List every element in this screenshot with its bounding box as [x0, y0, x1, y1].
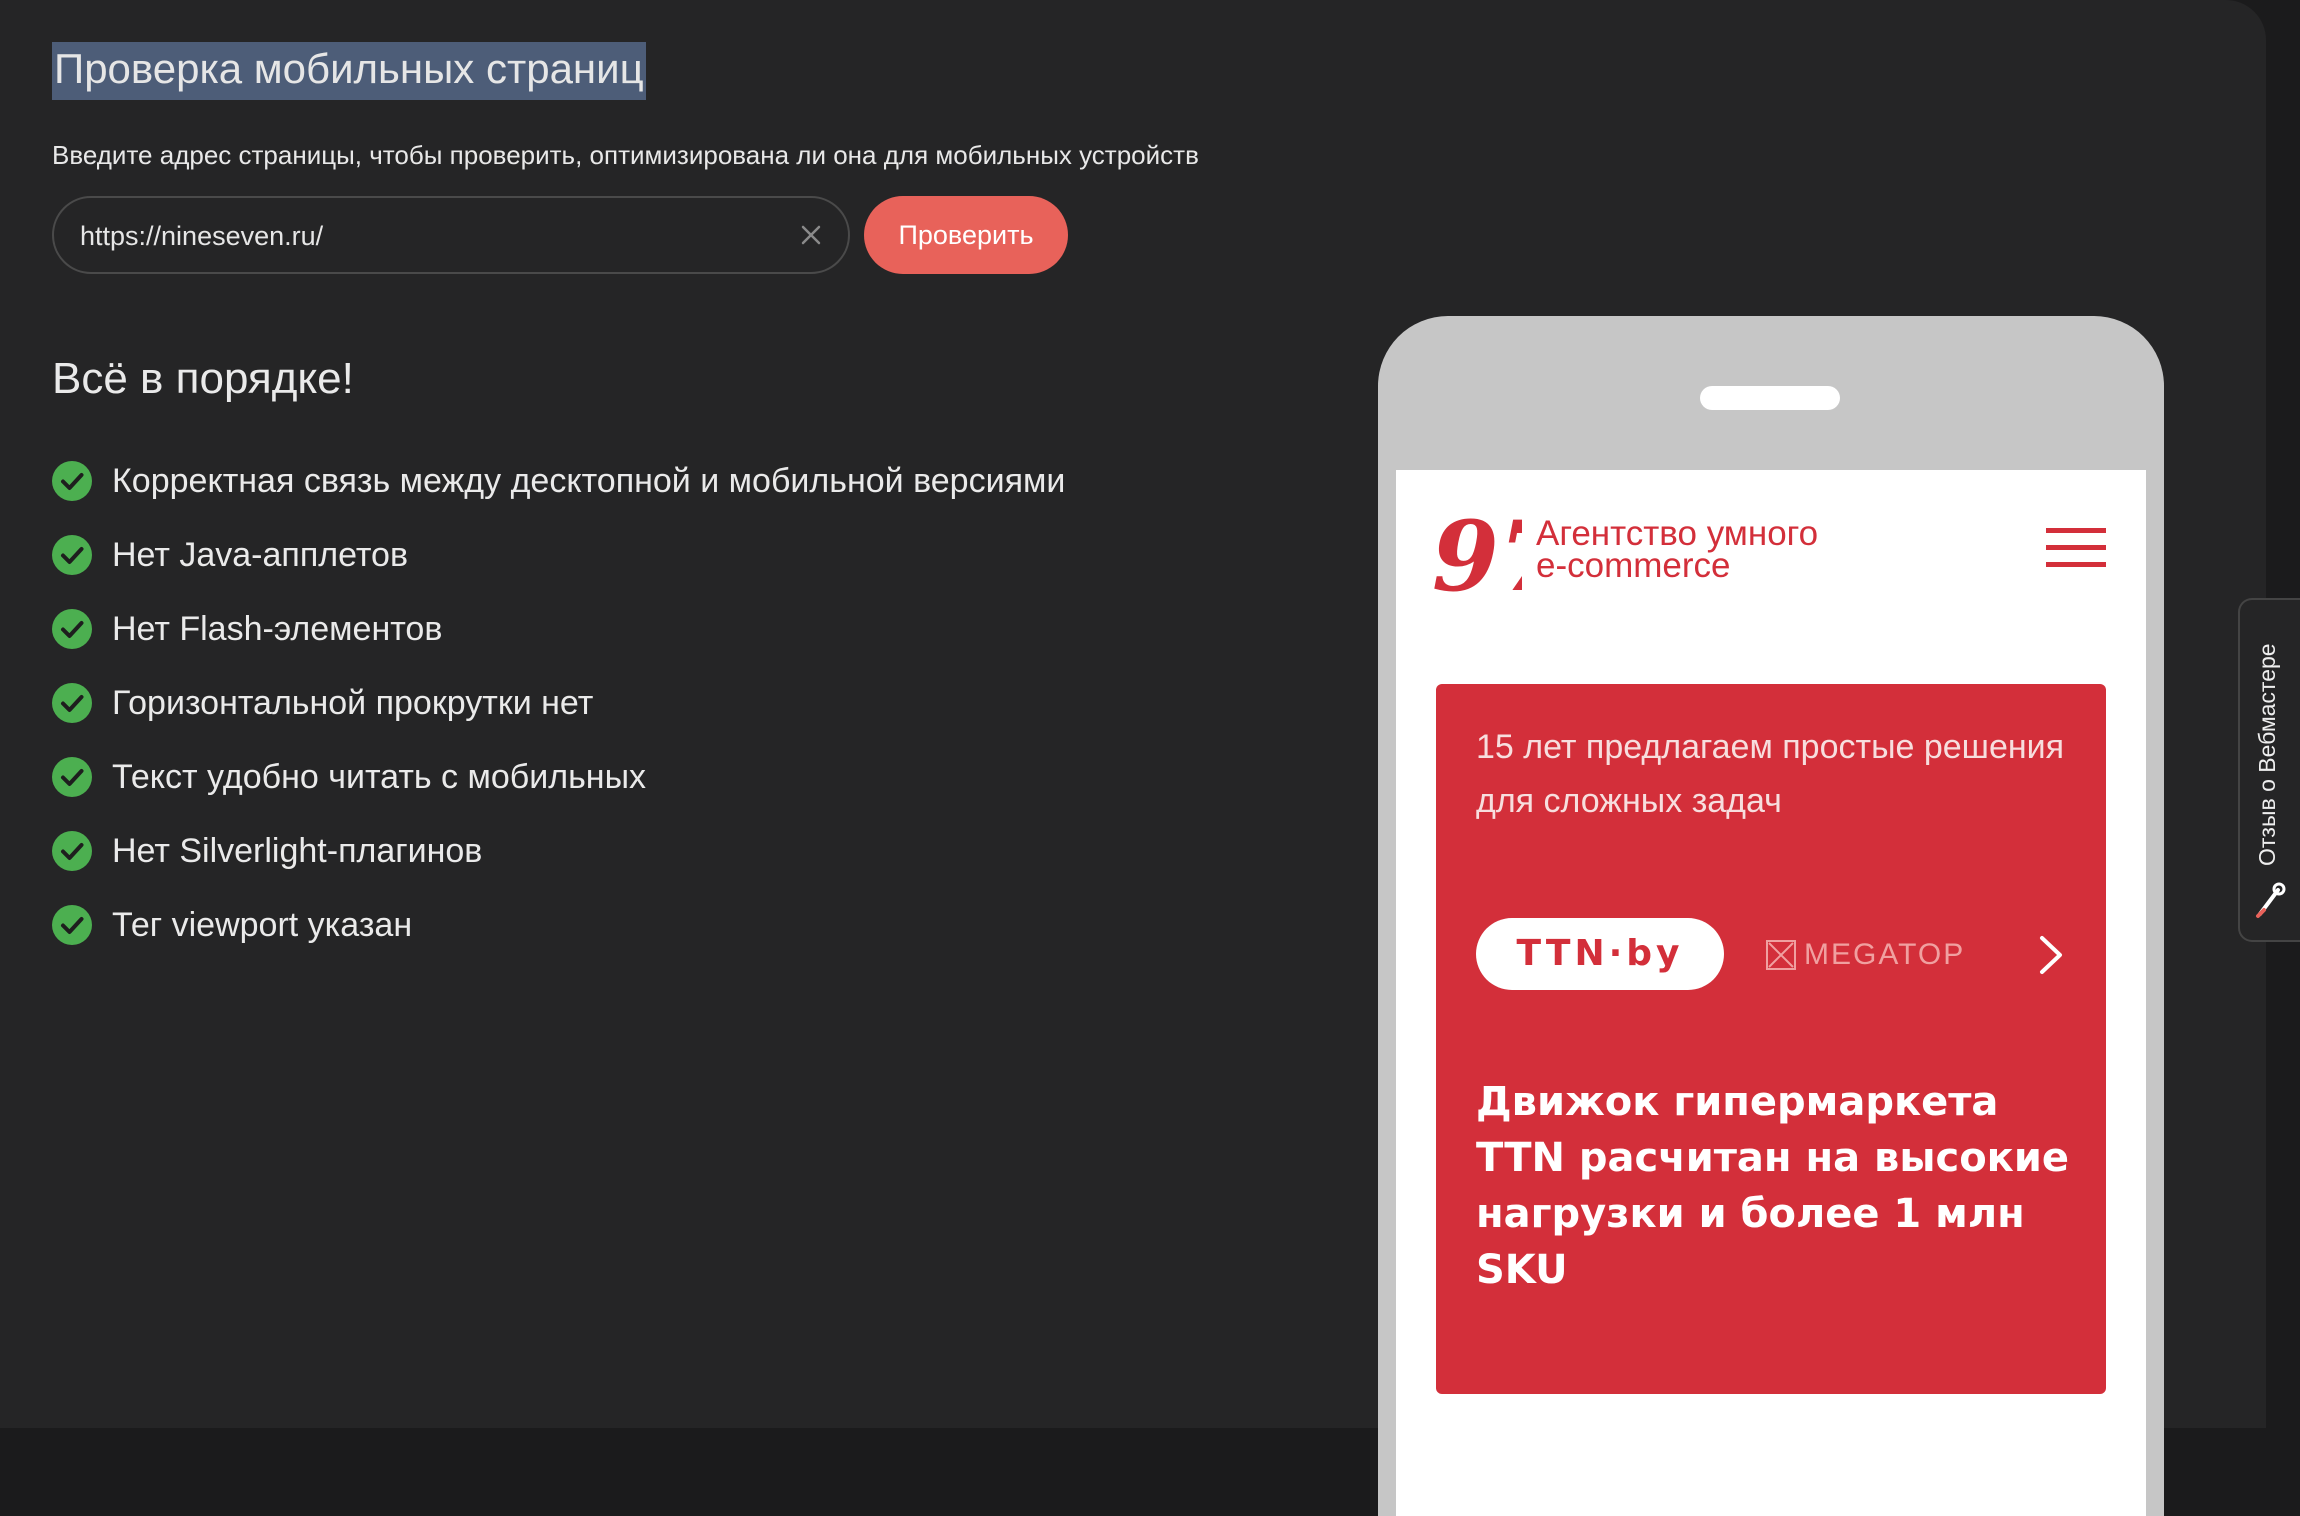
site-logo: 97 — [1432, 506, 1522, 602]
banner-text: 15 лет предлагаем простые решения для сл… — [1476, 728, 2065, 820]
preview-screen: 97 Агентство умного e-commerce 15 лет пр… — [1396, 470, 2146, 1516]
check-circle-icon — [52, 461, 92, 501]
feedback-label: Отзыв о Вебмастере — [2254, 643, 2280, 866]
url-field-container — [52, 196, 850, 274]
check-label: Текст удобно читать с мобильных — [112, 757, 647, 796]
check-label: Тег viewport указан — [112, 905, 413, 944]
list-item: Горизонтальной прокрутки нет — [52, 666, 1065, 740]
hamburger-icon — [2046, 528, 2106, 572]
check-label: Нет Flash-элементов — [112, 609, 443, 648]
check-label: Корректная связь между десктопной и моби… — [112, 461, 1066, 500]
check-circle-icon — [52, 831, 92, 871]
chevron-right-icon — [2040, 936, 2062, 974]
list-item: Нет Java-апплетов — [52, 518, 1065, 592]
close-icon[interactable] — [794, 218, 828, 252]
check-circle-icon — [52, 757, 92, 797]
check-label: Горизонтальной прокрутки нет — [112, 683, 594, 722]
page-subtitle: Введите адрес страницы, чтобы проверить,… — [52, 140, 1199, 170]
list-item: Текст удобно читать с мобильных — [52, 740, 1065, 814]
site-tagline: Агентство умного e-commerce — [1536, 516, 1818, 585]
promo-banner: 15 лет предлагаем простые решения для сл… — [1436, 684, 2106, 1394]
megatop-label: MEGATOP — [1804, 938, 1966, 971]
page: Проверка мобильных страниц Введите адрес… — [0, 0, 2266, 1516]
check-label: Нет Silverlight-плагинов — [112, 831, 483, 870]
page-title: Проверка мобильных страниц — [52, 42, 646, 100]
phone-speaker — [1700, 386, 1840, 410]
site-tagline-line2: e-commerce — [1536, 546, 1731, 585]
check-circle-icon — [52, 609, 92, 649]
check-circle-icon — [52, 905, 92, 945]
banner-heading: Движок гипермаркета TTN расчитан на высо… — [1476, 1079, 2069, 1293]
list-item: Нет Flash-элементов — [52, 592, 1065, 666]
list-item: Тег viewport указан — [52, 888, 1065, 962]
url-input[interactable] — [78, 198, 762, 274]
list-item: Нет Silverlight-плагинов — [52, 814, 1065, 888]
mobile-preview: 97 Агентство умного e-commerce 15 лет пр… — [1378, 316, 2164, 1516]
ttn-logo: TTN·by — [1476, 918, 1724, 990]
logo-number: 97 — [1432, 506, 1522, 602]
check-list: Корректная связь между десктопной и моби… — [52, 444, 1065, 962]
check-label: Нет Java-апплетов — [112, 535, 409, 574]
megatop-mark-icon — [1766, 940, 1796, 970]
check-circle-icon — [52, 683, 92, 723]
check-button[interactable]: Проверить — [864, 196, 1068, 274]
feedback-tab[interactable]: Отзыв о Вебмастере — [2238, 598, 2300, 942]
megatop-logo: MEGATOP — [1766, 938, 1965, 972]
wrench-icon — [2256, 882, 2286, 918]
list-item: Корректная связь между десктопной и моби… — [52, 444, 1065, 518]
check-circle-icon — [52, 535, 92, 575]
result-heading: Всё в порядке! — [52, 354, 354, 403]
